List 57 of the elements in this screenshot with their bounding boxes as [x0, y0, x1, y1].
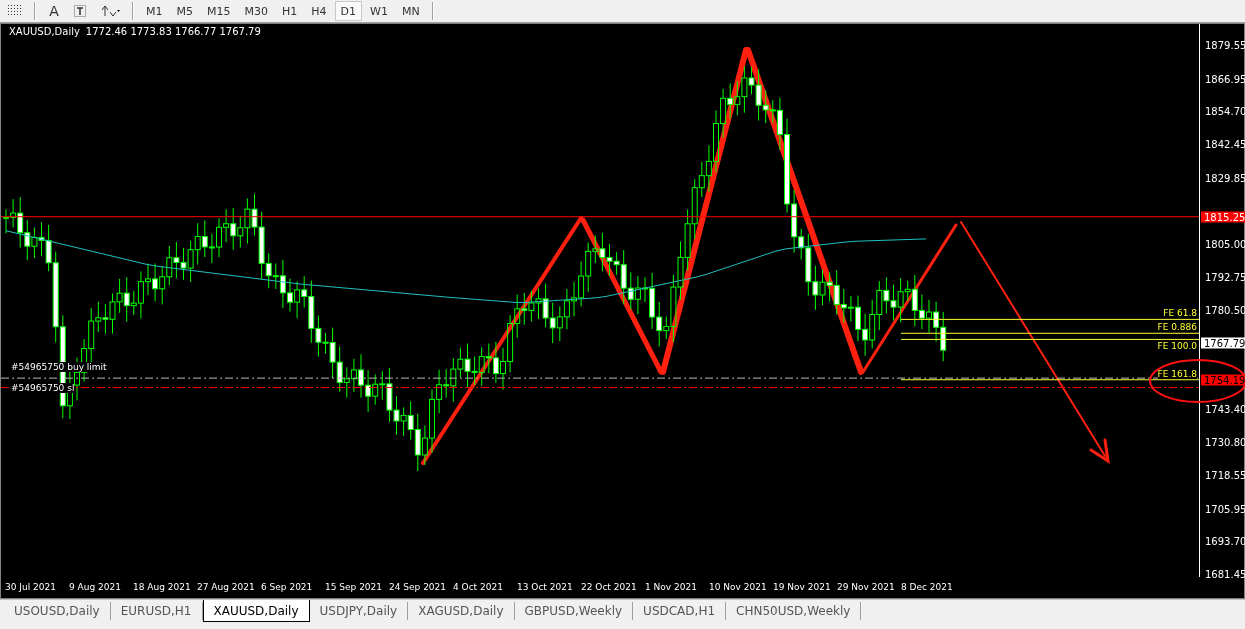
date-label: 4 Oct 2021 — [453, 582, 504, 592]
price-label: 1718.55 — [1205, 469, 1245, 481]
chart-tab[interactable]: USOUSD,Daily — [4, 602, 111, 620]
chart-tab[interactable]: XAUUSD,Daily — [202, 600, 310, 622]
timeframe-button[interactable]: M15 — [201, 1, 237, 21]
chart-tab[interactable]: CHN50USD,Weekly — [726, 602, 862, 620]
date-label: 15 Sep 2021 — [325, 582, 384, 592]
price-label: 1693.70 — [1205, 535, 1245, 547]
timeframe-button[interactable]: D1 — [334, 1, 363, 21]
timeframe-button[interactable]: M30 — [238, 1, 274, 21]
chart-tab[interactable]: USDJPY,Daily — [309, 602, 409, 620]
level-label: FE 61.8 — [1163, 308, 1197, 319]
order-label: #54965750 sl — [11, 383, 75, 394]
date-label: 22 Oct 2021 — [581, 582, 638, 592]
level-label: FE 161.8 — [1157, 368, 1197, 379]
date-label: 30 Jul 2021 — [5, 582, 57, 592]
level-label: FE 100.0 — [1157, 341, 1197, 352]
timeframe-button[interactable]: W1 — [364, 1, 394, 21]
price-label: 1780.50 — [1205, 304, 1245, 315]
timeframe-button[interactable]: H4 — [305, 1, 333, 21]
price-label: 1730.80 — [1205, 436, 1245, 448]
price-tag: 1754.19 — [1201, 374, 1245, 386]
timeframe-button[interactable]: H1 — [276, 1, 304, 21]
text-tool-button[interactable]: A — [42, 1, 66, 21]
price-label: 1879.55 — [1205, 39, 1245, 51]
price-label: 1842.45 — [1205, 138, 1245, 150]
timeframe-button[interactable]: M5 — [170, 1, 199, 21]
date-label: 29 Nov 2021 — [837, 582, 896, 592]
price-label: 1866.95 — [1205, 73, 1245, 85]
date-label: 18 Aug 2021 — [133, 582, 192, 592]
price-label: 1681.45 — [1205, 568, 1245, 580]
price-label: 1792.75 — [1205, 271, 1245, 283]
price-label: 1805.00 — [1205, 238, 1245, 250]
date-label: 24 Sep 2021 — [389, 582, 448, 592]
timeframe-button[interactable]: MN — [395, 1, 426, 21]
chart-tab[interactable]: GBPUSD,Weekly — [514, 602, 634, 620]
date-label: 19 Nov 2021 — [773, 582, 832, 592]
date-label: 13 Oct 2021 — [517, 582, 574, 592]
price-label: 1743.40 — [1205, 403, 1245, 415]
chart-tab[interactable]: USDCAD,H1 — [633, 602, 727, 620]
level-label: FE 0.886 — [1157, 322, 1197, 333]
date-label: 9 Aug 2021 — [69, 582, 122, 592]
date-label: 1 Nov 2021 — [645, 582, 698, 592]
price-tag: 1815.25 — [1201, 211, 1245, 223]
price-label: 1829.85 — [1205, 172, 1245, 184]
chart-tab[interactable]: EURUSD,H1 — [110, 602, 203, 620]
date-label: 27 Aug 2021 — [197, 582, 256, 592]
date-label: 6 Sep 2021 — [261, 582, 314, 592]
price-tag: 1767.79 — [1201, 337, 1245, 349]
chart-symbol-info: XAUUSD,Daily 1772.46 1773.83 1766.77 1767.79 — [9, 26, 261, 37]
date-label: 10 Nov 2021 — [709, 582, 768, 592]
timeframe-button[interactable]: M1 — [140, 1, 169, 21]
price-label: 1854.70 — [1205, 105, 1245, 117]
price-label: 1705.95 — [1205, 503, 1245, 515]
date-label: 8 Dec 2021 — [901, 582, 954, 592]
order-label: #54965750 buy limit — [11, 361, 107, 372]
chart-tab[interactable]: XAGUSD,Daily — [408, 602, 515, 620]
